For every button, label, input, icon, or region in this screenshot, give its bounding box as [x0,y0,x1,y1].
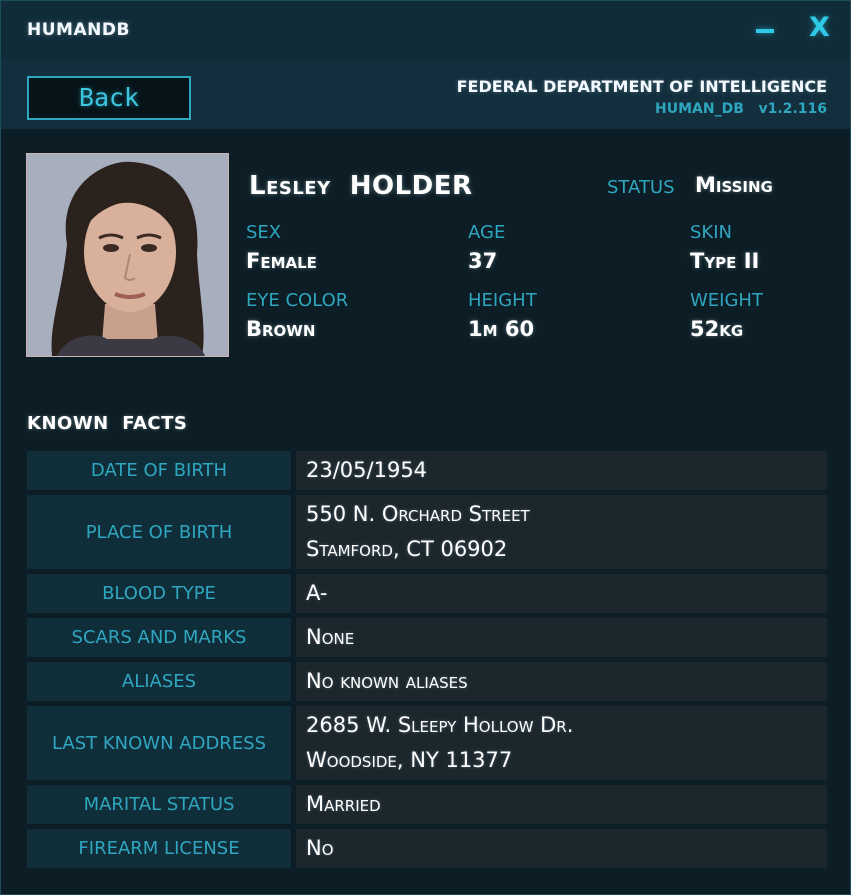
fact-value: No [296,829,827,868]
fact-value: A- [296,574,827,613]
status-label: STATUS [607,177,675,198]
fact-value-line: 2685 W. Sleepy Hollow Dr. [306,713,574,737]
fact-label: PLACE OF BIRTH [27,495,291,569]
fact-label: SCARS AND MARKS [27,618,291,657]
header-bar: Back FEDERAL DEPARTMENT OF INTELLIGENCE … [1,59,850,129]
app-title: HUMANDB [27,20,130,40]
fact-row-firearm-license: FIREARM LICENSE No [27,829,827,868]
last-name: HOLDER [349,171,473,201]
title-bar[interactable]: HUMANDB X [1,1,850,59]
fact-value-line: Woodside, NY 11377 [306,748,513,772]
eye-color-label: EYE COLOR [246,290,349,311]
sex-value: Female [246,249,317,273]
close-button[interactable]: X [809,12,830,43]
status-value: Missing [695,173,773,197]
fact-value-line: A- [306,581,328,605]
fact-row-scars-and-marks: SCARS AND MARKS None [27,618,827,657]
fact-value-line: No [306,836,334,860]
fact-row-date-of-birth: DATE OF BIRTH 23/05/1954 [27,451,827,490]
fact-value: 550 N. Orchard Street Stamford, CT 06902 [296,495,827,569]
fact-row-marital-status: MARITAL STATUS Married [27,785,827,824]
fact-row-blood-type: BLOOD TYPE A- [27,574,827,613]
fact-value: Married [296,785,827,824]
sex-label: SEX [246,222,282,243]
fact-value: None [296,618,827,657]
fact-value: No known aliases [296,662,827,701]
known-facts-title: KNOWN FACTS [27,413,188,434]
eye-color-value: Brown [246,317,316,341]
fact-label: FIREARM LICENSE [27,829,291,868]
fact-value-line: Married [306,792,381,816]
skin-label: SKIN [690,222,733,243]
close-icon: X [809,12,830,43]
minimize-icon [756,29,774,33]
fact-value-line: 550 N. Orchard Street [306,502,530,526]
fact-label: ALIASES [27,662,291,701]
fact-value-line: No known aliases [306,669,468,693]
fact-value-line: None [306,625,355,649]
fact-value-line: 23/05/1954 [306,458,428,482]
version-number: v1.2.116 [758,101,827,117]
first-name: Lesley [249,171,331,201]
fact-row-last-known-address: LAST KNOWN ADDRESS 2685 W. Sleepy Hollow… [27,706,827,780]
height-label: HEIGHT [468,290,537,311]
skin-value: Type II [690,249,760,273]
age-label: AGE [468,222,506,243]
fact-value: 2685 W. Sleepy Hollow Dr. Woodside, NY 1… [296,706,827,780]
age-value: 37 [468,249,498,273]
db-name: HUMAN_DB [655,101,744,117]
version-info: HUMAN_DB v1.2.116 [655,101,827,117]
fact-label: LAST KNOWN ADDRESS [27,706,291,780]
fact-label: BLOOD TYPE [27,574,291,613]
back-button[interactable]: Back [27,76,191,120]
fact-value: 23/05/1954 [296,451,827,490]
height-value: 1m 60 [468,317,535,341]
subject-photo [26,153,229,357]
fact-value-line: Stamford, CT 06902 [306,537,508,561]
fact-row-place-of-birth: PLACE OF BIRTH 550 N. Orchard Street Sta… [27,495,827,569]
fact-label: MARITAL STATUS [27,785,291,824]
fact-row-aliases: ALIASES No known aliases [27,662,827,701]
agency-name: FEDERAL DEPARTMENT OF INTELLIGENCE [456,77,827,96]
known-facts-table: DATE OF BIRTH 23/05/1954 PLACE OF BIRTH … [27,451,827,873]
minimize-button[interactable] [756,16,774,33]
humandb-window: HUMANDB X Back FEDERAL DEPARTMENT OF INT… [0,0,851,895]
weight-value: 52kg [690,317,744,341]
weight-label: WEIGHT [690,290,763,311]
portrait-image [27,154,228,356]
subject-name: Lesley HOLDER [249,171,473,201]
fact-label: DATE OF BIRTH [27,451,291,490]
